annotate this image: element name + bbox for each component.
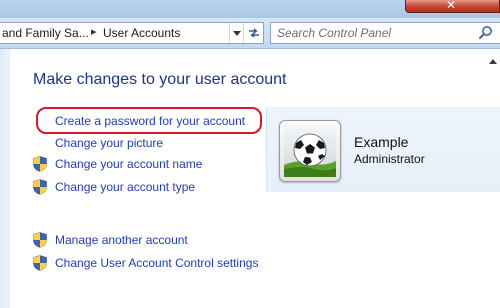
uac-shield-icon	[33, 255, 47, 271]
breadcrumb-family-safety[interactable]: and Family Sa...	[2, 26, 89, 40]
address-dropdown-button[interactable]	[229, 23, 244, 43]
change-account-name-link[interactable]: Change your account name	[55, 157, 202, 171]
refresh-icon	[249, 28, 259, 38]
uac-shield-icon	[33, 156, 47, 172]
close-icon: ✕	[446, 0, 457, 12]
page-title: Make changes to your user account	[33, 71, 287, 88]
breadcrumb-user-accounts[interactable]: User Accounts	[103, 26, 180, 40]
chevron-down-icon	[233, 31, 241, 36]
change-uac-settings-link[interactable]: Change User Account Control settings	[55, 256, 258, 270]
close-button[interactable]: ✕	[405, 0, 500, 13]
account-info-panel: Example Administrator	[266, 107, 500, 192]
change-account-type-link[interactable]: Change your account type	[55, 180, 195, 194]
uac-shield-icon	[33, 232, 47, 248]
content-pane: Make changes to your user account Create…	[0, 49, 500, 308]
change-picture-link[interactable]: Change your picture	[55, 136, 163, 150]
search-input[interactable]: Search Control Panel	[270, 22, 500, 44]
search-placeholder: Search Control Panel	[277, 26, 392, 40]
account-role: Administrator	[354, 152, 425, 166]
avatar	[279, 120, 341, 182]
uac-shield-icon	[33, 179, 47, 195]
scroll-up-arrow-icon[interactable]	[488, 57, 498, 65]
soccer-ball-icon	[284, 125, 336, 177]
breadcrumb-separator-icon[interactable]: ▸	[91, 25, 97, 38]
navigation-bar: and Family Sa... ▸ User Accounts Search …	[0, 18, 500, 49]
create-password-link[interactable]: Create a password for your account	[55, 114, 245, 128]
search-icon[interactable]	[478, 25, 496, 41]
address-bar[interactable]: and Family Sa... ▸ User Accounts	[0, 22, 264, 44]
account-name: Example	[354, 134, 409, 150]
left-pane-edge	[0, 49, 10, 308]
refresh-button[interactable]	[243, 23, 264, 43]
manage-another-account-link[interactable]: Manage another account	[55, 233, 188, 247]
